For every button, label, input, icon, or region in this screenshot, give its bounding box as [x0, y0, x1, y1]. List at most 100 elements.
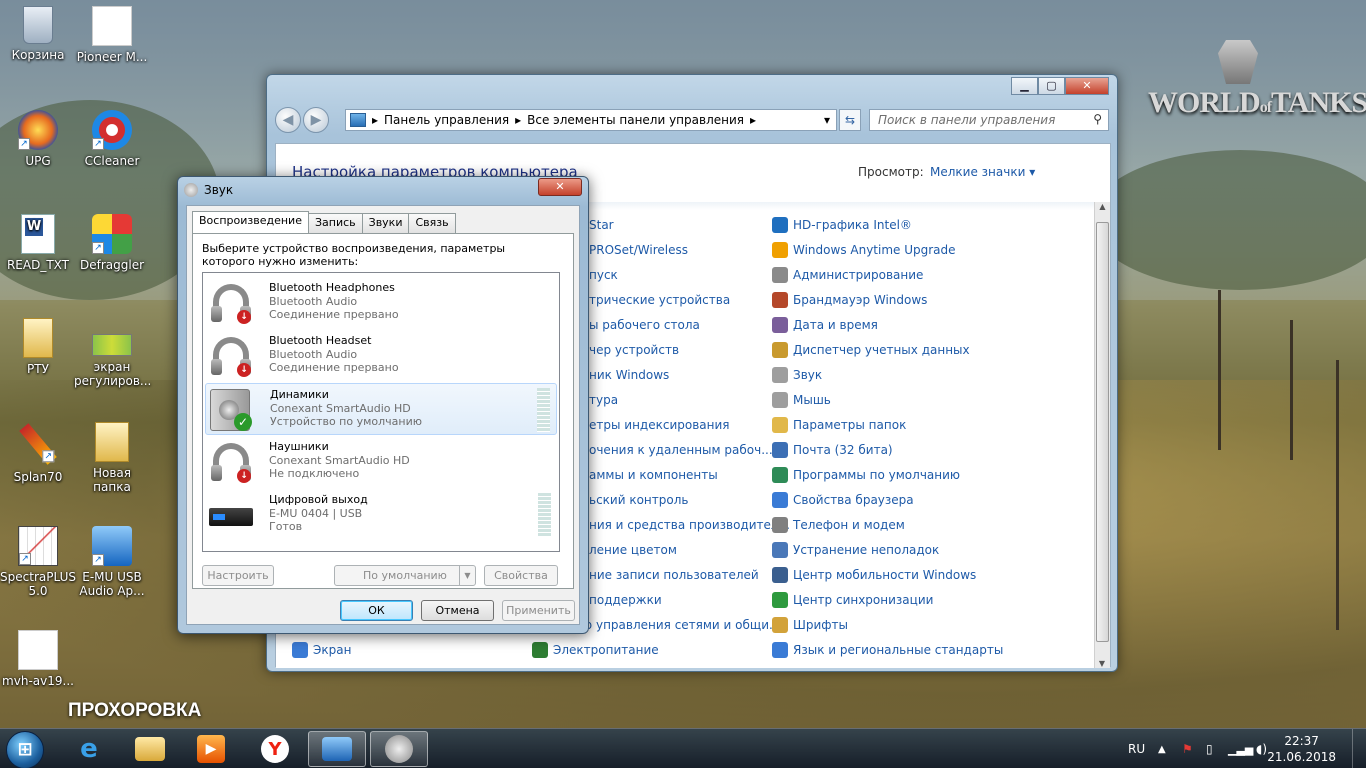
desktop-icon-defraggler[interactable]: ↗ Defraggler [74, 214, 150, 272]
network-warning-icon[interactable]: ⚑ [1182, 729, 1193, 768]
dropdown-arrow-icon[interactable]: ▼ [459, 566, 475, 585]
desktop-icon-new-folder[interactable]: Новая папка [74, 422, 150, 494]
breadcrumb-all-items[interactable]: Все элементы панели управления [527, 113, 744, 127]
refresh-button[interactable]: ⇆ [839, 109, 861, 131]
cp-item[interactable]: Параметры папок [772, 415, 906, 435]
start-button[interactable]: ⊞ [6, 731, 44, 768]
cp-item[interactable]: трические устройства [589, 290, 730, 310]
cp-item[interactable]: Программы по умолчанию [772, 465, 960, 485]
cp-item[interactable]: пуск [589, 265, 618, 285]
tab-communications[interactable]: Связь [408, 213, 456, 233]
view-mode-dropdown[interactable]: Мелкие значки ▾ [930, 165, 1035, 179]
cp-item[interactable]: Свойства браузера [772, 490, 914, 510]
desktop-icon-mvh[interactable]: mvh-av19... [0, 630, 76, 688]
device-item[interactable]: ↓ Bluetooth Headphones Bluetooth Audio С… [205, 277, 557, 329]
breadcrumb-control-panel[interactable]: Панель управления [384, 113, 509, 127]
search-input[interactable]: Поиск в панели управления ⚲ [869, 109, 1109, 131]
breadcrumb-separator-icon[interactable]: ▸ [515, 113, 521, 127]
cp-item[interactable]: Центр синхронизации [772, 590, 933, 610]
taskbar-control-panel[interactable] [308, 731, 366, 767]
apply-button[interactable]: Применить [502, 600, 575, 621]
cp-item[interactable]: Мышь [772, 390, 831, 410]
cp-item[interactable]: Брандмауэр Windows [772, 290, 927, 310]
back-button[interactable]: ◀ [275, 107, 301, 133]
cp-item[interactable]: Почта (32 бита) [772, 440, 893, 460]
search-icon[interactable]: ⚲ [1093, 112, 1102, 126]
vertical-scrollbar[interactable]: ▲ ▼ [1094, 202, 1110, 668]
cp-item[interactable]: очения к удаленным рабоч... [589, 440, 773, 460]
maximize-button[interactable]: ▢ [1038, 77, 1065, 95]
address-dropdown-icon[interactable]: ▾ [824, 113, 830, 127]
cp-item[interactable]: Дата и время [772, 315, 878, 335]
cp-item[interactable]: Windows Anytime Upgrade [772, 240, 956, 260]
cp-item[interactable]: Центр мобильности Windows [772, 565, 976, 585]
cp-item[interactable]: чер устройств [589, 340, 679, 360]
device-item-selected[interactable]: ✓ Динамики Conexant SmartAudio HD Устрой… [205, 383, 557, 435]
cp-item[interactable]: ление цветом [589, 540, 677, 560]
close-button[interactable]: ✕ [1065, 77, 1109, 95]
tray-expand-icon[interactable]: ▲ [1158, 729, 1166, 768]
cp-item[interactable]: Шрифты [772, 615, 848, 635]
cp-item[interactable]: ы рабочего стола [589, 315, 700, 335]
signal-strength-icon[interactable]: ▁▃▅ [1228, 729, 1253, 768]
configure-button[interactable]: Настроить [202, 565, 274, 586]
device-item[interactable]: ↓ Наушники Conexant SmartAudio HD Не под… [205, 436, 557, 488]
cp-item[interactable]: Звук [772, 365, 822, 385]
cp-item[interactable]: ник Windows [589, 365, 669, 385]
dialog-close-button[interactable]: ✕ [538, 178, 582, 196]
cp-item[interactable]: тура [589, 390, 618, 410]
cp-item[interactable]: Диспетчер учетных данных [772, 340, 970, 360]
desktop-icon-emu-usb[interactable]: ↗ E-MU USB Audio Ap... [74, 526, 150, 598]
properties-button[interactable]: Свойства [484, 565, 558, 586]
cancel-button[interactable]: Отмена [421, 600, 494, 621]
desktop-icon-rtu[interactable]: РТУ [0, 318, 76, 376]
address-bar[interactable]: ▸ Панель управления ▸ Все элементы панел… [345, 109, 837, 131]
cp-item[interactable]: Электропитание [532, 640, 659, 660]
cp-item[interactable]: ния и средства производител... [589, 515, 790, 535]
desktop-icon-read-txt[interactable]: W READ_TXT [0, 214, 76, 272]
tab-recording[interactable]: Запись [307, 213, 363, 233]
desktop-icon-screen-settings[interactable]: экран регулиров... [74, 318, 151, 388]
ok-button[interactable]: ОК [340, 600, 413, 621]
desktop-icon-upg[interactable]: ↗ UPG [0, 110, 76, 168]
breadcrumb-separator-icon[interactable]: ▸ [750, 113, 756, 127]
cp-item[interactable]: поддержки [589, 590, 662, 610]
cp-item[interactable]: Администрирование [772, 265, 923, 285]
cp-item[interactable]: ние записи пользователей [589, 565, 759, 585]
minimize-button[interactable]: ▁ [1011, 77, 1038, 95]
cp-item[interactable]: Экран [292, 640, 351, 660]
desktop-icon-spectraplus[interactable]: ↗ SpectraPLUS 5.0 [0, 526, 76, 598]
taskbar-media-player[interactable]: ▶ [182, 731, 240, 767]
desktop-icon-splan70[interactable]: ↗ Splan70 [0, 422, 76, 484]
cp-item[interactable]: HD-графика Intel® [772, 215, 912, 235]
set-default-button[interactable]: По умолчанию ▼ [334, 565, 476, 586]
tab-sounds[interactable]: Звуки [361, 213, 410, 233]
cp-item[interactable]: Язык и региональные стандарты [772, 640, 1003, 660]
scroll-down-icon[interactable]: ▼ [1095, 659, 1109, 668]
battery-icon[interactable]: ▯ [1206, 729, 1213, 768]
show-desktop-button[interactable] [1352, 729, 1366, 768]
desktop-icon-recycle-bin[interactable]: Корзина [0, 6, 76, 62]
forward-button[interactable]: ▶ [303, 107, 329, 133]
desktop-icon-ccleaner[interactable]: ↗ CCleaner [74, 110, 150, 168]
cp-item[interactable]: аммы и компоненты [589, 465, 718, 485]
sound-dialog[interactable]: Звук ✕ Воспроизведение Запись Звуки Связ… [177, 176, 589, 634]
desktop-icon-pioneer[interactable]: Pioneer M... [74, 6, 150, 64]
cp-item[interactable]: Телефон и модем [772, 515, 905, 535]
scrollbar-thumb[interactable] [1096, 222, 1109, 642]
system-clock[interactable]: 22:37 21.06.2018 [1267, 733, 1336, 765]
taskbar-yandex-browser[interactable]: Y [246, 731, 304, 767]
tab-playback[interactable]: Воспроизведение [192, 211, 309, 233]
cp-item[interactable]: ьский контроль [589, 490, 688, 510]
device-item[interactable]: Цифровой выход E-MU 0404 | USB Готов [205, 489, 557, 541]
taskbar-explorer[interactable] [121, 731, 179, 767]
cp-item[interactable]: етры индексирования [589, 415, 730, 435]
cp-item[interactable]: PROSet/Wireless [589, 240, 688, 260]
volume-icon[interactable]: ◖) [1256, 729, 1267, 768]
device-list[interactable]: ↓ Bluetooth Headphones Bluetooth Audio С… [202, 272, 560, 552]
language-indicator[interactable]: RU [1128, 729, 1145, 768]
device-item[interactable]: ↓ Bluetooth Headset Bluetooth Audio Соед… [205, 330, 557, 382]
taskbar-sound[interactable] [370, 731, 428, 767]
cp-item[interactable]: Star [589, 215, 614, 235]
scroll-up-icon[interactable]: ▲ [1095, 202, 1110, 211]
